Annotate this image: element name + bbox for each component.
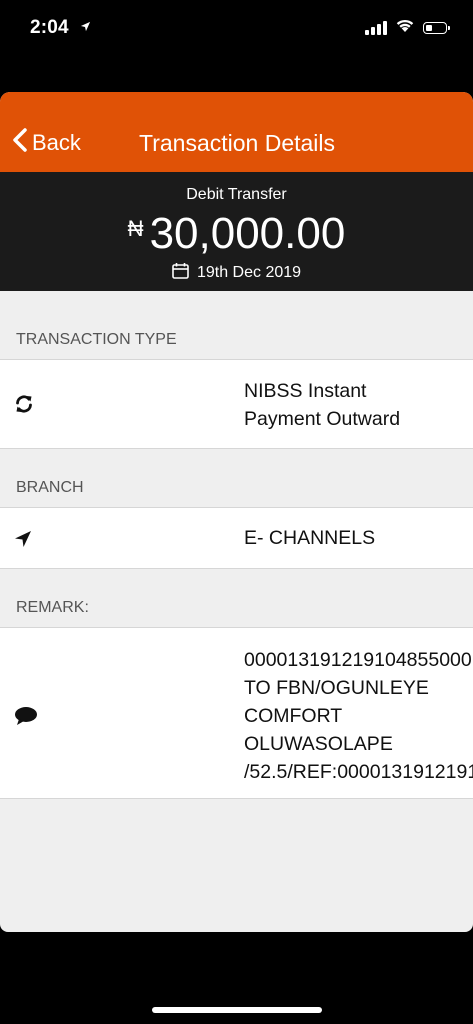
remark-value: 000013191219104855000 TO FBN/OGUNLEYE CO… (244, 649, 473, 783)
chevron-left-icon (12, 128, 28, 158)
section-header-transaction-type: TRANSACTION TYPE (0, 291, 473, 359)
section-header-label: BRANCH (16, 479, 84, 496)
page-title: Transaction Details (139, 130, 336, 156)
section-header-remark: REMARK: (0, 569, 473, 627)
transaction-type-value: NIBSS Instant Payment Outward (244, 380, 401, 430)
detail-row-transaction-type: NIBSS Instant Payment Outward (0, 359, 473, 449)
amount-value: 30,000.00 (149, 209, 346, 258)
calendar-icon (172, 262, 189, 284)
branch-value: E- CHANNELS (244, 527, 376, 549)
comment-icon (14, 706, 38, 731)
detail-row-branch: E- CHANNELS (0, 507, 473, 569)
section-header-label: REMARK: (16, 599, 89, 616)
transaction-type-label: Debit Transfer (186, 186, 287, 203)
status-bar: 2:04 (0, 0, 473, 56)
wifi-icon (395, 18, 415, 38)
home-indicator[interactable] (152, 1007, 322, 1013)
status-time: 2:04 (30, 16, 91, 39)
transaction-details-card: Back Transaction Details Debit Transfer … (0, 92, 473, 932)
location-arrow-icon (14, 530, 32, 553)
status-time-text: 2:04 (30, 17, 69, 38)
navigation-bar: Back Transaction Details (0, 92, 473, 172)
refresh-icon (14, 394, 34, 419)
back-label: Back (32, 130, 81, 155)
battery-icon (423, 22, 450, 34)
battery-level (425, 24, 432, 31)
section-header-branch: BRANCH (0, 449, 473, 507)
section-header-label: TRANSACTION TYPE (16, 331, 177, 348)
transaction-amount: ₦ 30,000.00 (0, 208, 473, 260)
back-button[interactable]: Back (12, 128, 81, 158)
transaction-summary: Debit Transfer ₦ 30,000.00 19th Dec 2019 (0, 172, 473, 291)
date-text: 19th Dec 2019 (196, 264, 302, 281)
cellular-signal-icon (365, 21, 387, 35)
status-icons (365, 18, 451, 38)
currency-symbol: ₦ (127, 216, 144, 241)
detail-row-remark: 000013191219104855000 TO FBN/OGUNLEYE CO… (0, 627, 473, 799)
location-services-icon (80, 16, 91, 38)
transaction-date: 19th Dec 2019 (0, 262, 473, 284)
